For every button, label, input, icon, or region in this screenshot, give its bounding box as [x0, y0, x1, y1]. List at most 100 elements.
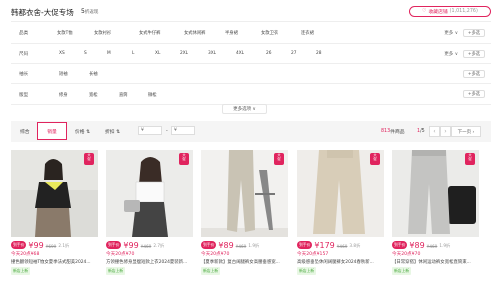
filter-option[interactable]: 2XL: [180, 51, 188, 56]
follow-shop-button[interactable]: ♡ 收藏店铺 (1,011,276): [409, 6, 491, 17]
filter-label: 袖长: [19, 72, 29, 77]
promo-text: 今天20点¥70: [106, 252, 135, 257]
product-image[interactable]: 大促: [106, 150, 193, 237]
filter-option[interactable]: S: [84, 51, 87, 56]
price-row: 到手价 ¥179 ¥469 3.8折: [297, 239, 384, 250]
promo-text: 今天20点¥70: [392, 252, 421, 257]
price-min-input[interactable]: ¥: [138, 126, 162, 135]
product-image[interactable]: 大促: [11, 150, 98, 237]
new-arrival-tag: 新店上新: [297, 267, 317, 275]
original-price: ¥469: [140, 244, 152, 249]
filter-option[interactable]: 直筒: [119, 92, 128, 98]
filter-option[interactable]: 女式休闲裤: [184, 30, 205, 36]
promo-badge: 大促: [84, 153, 94, 165]
product-name[interactable]: 【日常穿搭】休闲运动裤女宽松直筒束...: [392, 259, 479, 265]
product-image[interactable]: 大促: [201, 150, 288, 237]
more-options-button[interactable]: 更多选项 ∨: [222, 104, 267, 114]
price-row: 到手价 ¥89 ¥469 1.9折: [392, 239, 479, 250]
filter-option[interactable]: 3XL: [208, 51, 216, 56]
filter-option[interactable]: L: [132, 51, 134, 56]
filter-option[interactable]: XS: [59, 51, 65, 56]
filter-option[interactable]: 女款卫衣: [261, 30, 278, 36]
next-arrow-button[interactable]: ›: [440, 126, 451, 137]
sort-sales[interactable]: 销量: [37, 122, 67, 140]
price: ¥179: [314, 241, 335, 250]
filter-option[interactable]: 短袖: [59, 71, 68, 77]
sort-bar: 综合 销量 价格 ⇅ 折扣 ⇅ ¥ - ¥ 813 件商品 1/5 ‹ › 下一页…: [11, 121, 491, 142]
follow-label: 收藏店铺: [428, 10, 448, 15]
filter-label: 版型: [19, 93, 29, 98]
filter-more-button[interactable]: 更多 ∨: [444, 30, 458, 36]
new-arrival-tag: 新店上新: [201, 267, 221, 275]
product-name[interactable]: 撞色翻领短袖T恤女夏季法式甜美2024...: [11, 259, 98, 265]
price-tag: 到手价: [392, 241, 408, 249]
original-price: ¥469: [336, 244, 348, 249]
product-name[interactable]: 方领撞色修身显瘦短款上衣2024夏装新...: [106, 259, 193, 265]
product-card[interactable]: 大促 到手价 ¥99 ¥699 2.1折 今天20点¥68 撞色翻领短袖T恤女夏季法式…: [11, 150, 98, 290]
promo-text: 今天20点¥70: [201, 252, 230, 257]
filter-multi-button[interactable]: +多选: [463, 90, 485, 98]
price-range-dash: -: [166, 129, 168, 134]
promo-badge: 大促: [465, 153, 475, 165]
discount-rate: 2.1折: [58, 243, 70, 248]
product-card[interactable]: 大促 到手价 ¥89 ¥469 1.9折 今天20点¥70 【日常穿搭】休闲运动裤女宽…: [392, 150, 479, 290]
product-card[interactable]: 大促 到手价 ¥99 ¥469 2.7折 今天20点¥70 方领撞色修身显瘦短款上衣2…: [106, 150, 193, 290]
product-card[interactable]: 大促 到手价 ¥179 ¥469 3.8折 今天20点¥157 高级感垂坠休闲阔腿裤女…: [297, 150, 384, 290]
filter-multi-button[interactable]: +多选: [463, 29, 485, 37]
product-name[interactable]: 高级感垂坠休闲阔腿裤女2024春秋新...: [297, 259, 384, 265]
shop-rebate: 5折返现: [81, 8, 98, 15]
new-arrival-tag: 新店上新: [106, 267, 126, 275]
filter-more-button[interactable]: 更多 ∨: [444, 51, 458, 57]
filter-label: 品类: [19, 31, 29, 36]
filter-option[interactable]: 28: [316, 51, 321, 56]
filter-multi-button[interactable]: +多选: [463, 50, 485, 58]
sort-price[interactable]: 价格 ⇅: [75, 121, 90, 142]
price-tag: 到手价: [11, 241, 27, 249]
product-image[interactable]: 大促: [297, 150, 384, 237]
filter-option[interactable]: 宽松: [89, 92, 98, 98]
page-total: /5: [420, 129, 425, 134]
filter-panel: 品类 女款T恤 女款衬衫 女式牛仔裤 女式休闲裤 半身裙 女款卫衣 连衣裙 更多…: [11, 21, 491, 105]
next-page-button[interactable]: 下一页 ›: [451, 126, 481, 137]
price: ¥89: [409, 241, 425, 250]
filter-option[interactable]: 女款衬衫: [94, 30, 111, 36]
filter-option[interactable]: 连衣裙: [301, 30, 314, 36]
filter-more-label: 更多: [444, 31, 454, 36]
filter-option[interactable]: 半身裙: [225, 30, 238, 36]
new-arrival-tag: 新店上新: [392, 267, 412, 275]
filter-multi-button[interactable]: +多选: [463, 70, 485, 78]
filter-option[interactable]: 女式牛仔裤: [139, 30, 160, 36]
filter-option[interactable]: 修身: [59, 92, 68, 98]
filter-option[interactable]: 女款T恤: [57, 30, 73, 36]
filter-row-sleeve: 袖长 短袖 长袖 +多选: [11, 64, 491, 84]
price-max-input[interactable]: ¥: [171, 126, 195, 135]
product-card[interactable]: 大促 到手价 ¥89 ¥469 1.9折 今天20点¥70 【夏季新款】复古阔腿裤女高…: [201, 150, 288, 290]
shop-rebate-label: 折返现: [84, 9, 99, 15]
filter-option[interactable]: 长袖: [89, 71, 98, 77]
filter-option[interactable]: 27: [291, 51, 296, 56]
shop-header: 韩都衣舍-大促专场 5折返现 ♡ 收藏店铺 (1,011,276): [11, 6, 491, 20]
shop-title: 韩都衣舍-大促专场: [11, 8, 74, 17]
result-count: 813 件商品: [381, 121, 405, 142]
price-tag: 到手价: [297, 241, 313, 249]
follow-count: (1,011,276): [449, 9, 478, 14]
filter-option[interactable]: 微松: [148, 92, 157, 98]
price-row: 到手价 ¥89 ¥469 1.9折: [201, 239, 288, 250]
filter-option[interactable]: 4XL: [236, 51, 244, 56]
original-price: ¥469: [235, 244, 247, 249]
filter-option[interactable]: XL: [155, 51, 160, 56]
price-tag: 到手价: [106, 241, 122, 249]
filter-row-fit: 版型 修身 宽松 直筒 微松 +多选: [11, 84, 491, 105]
original-price: ¥699: [45, 244, 57, 249]
filter-option[interactable]: 26: [266, 51, 271, 56]
discount-rate: 2.7折: [153, 243, 165, 248]
promo-text: 今天20点¥68: [11, 252, 40, 257]
price-row: 到手价 ¥99 ¥469 2.7折: [106, 239, 193, 250]
product-name[interactable]: 【夏季新款】复古阔腿裤女高腰垂感宽...: [201, 259, 288, 265]
sort-discount[interactable]: 折扣 ⇅: [105, 121, 120, 142]
prev-page-button[interactable]: ‹: [429, 126, 440, 137]
result-count-label: 件商品: [390, 130, 405, 135]
filter-option[interactable]: M: [107, 51, 111, 56]
sort-overall[interactable]: 综合: [20, 121, 30, 142]
product-image[interactable]: 大促: [392, 150, 479, 237]
